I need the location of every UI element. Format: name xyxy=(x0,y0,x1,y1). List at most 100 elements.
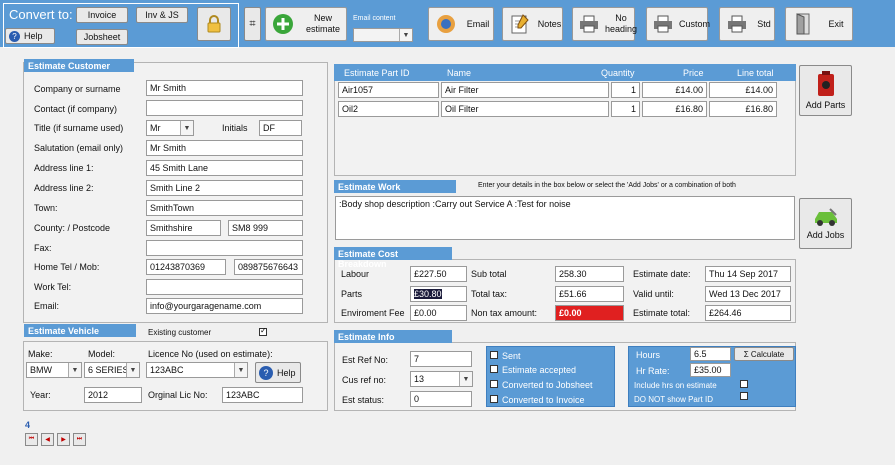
fax-label: Fax: xyxy=(34,243,52,253)
std-button[interactable]: Std xyxy=(719,7,775,41)
licence-select[interactable]: 123ABC ▼ xyxy=(146,362,248,378)
address1-field[interactable]: 45 Smith Lane xyxy=(146,160,303,176)
valid-until-field[interactable]: Wed 13 Dec 2017 xyxy=(705,286,791,302)
total-tax-field[interactable]: £51.66 xyxy=(555,286,624,302)
fax-field[interactable] xyxy=(146,240,303,256)
env-fee-field[interactable]: £0.00 xyxy=(410,305,467,321)
convert-jobsheet-button[interactable]: Jobsheet xyxy=(76,29,128,45)
email-content-select[interactable]: ▼ xyxy=(353,28,413,42)
calculate-button[interactable]: Σ Calculate xyxy=(734,347,794,361)
help-button[interactable]: ? Help xyxy=(5,28,55,44)
part-total-cell[interactable]: £16.80 xyxy=(709,101,777,117)
orig-lic-field[interactable]: 123ABC xyxy=(222,387,303,403)
chevron-down-icon: ▼ xyxy=(399,29,412,41)
cus-ref-select[interactable]: 13 ▼ xyxy=(410,371,473,387)
part-qty-cell[interactable]: 1 xyxy=(611,101,640,117)
title-select[interactable]: Mr ▼ xyxy=(146,120,194,136)
model-select[interactable]: 6 SERIES ▼ xyxy=(84,362,140,378)
part-total-cell[interactable]: £14.00 xyxy=(709,82,777,98)
printer-icon xyxy=(579,13,599,35)
sent-checkbox[interactable] xyxy=(490,351,498,359)
work-tel-field[interactable] xyxy=(146,279,303,295)
next-record-button[interactable]: ▶ xyxy=(57,433,70,446)
part-id-cell[interactable]: Oil2 xyxy=(338,101,439,117)
company-field[interactable]: Mr Smith xyxy=(146,80,303,96)
converted-jobsheet-checkbox[interactable] xyxy=(490,380,498,388)
salutation-field[interactable]: Mr Smith xyxy=(146,140,303,156)
exit-label: Exit xyxy=(828,18,844,29)
add-parts-button[interactable]: Add Parts xyxy=(799,65,852,116)
part-qty-cell[interactable]: 1 xyxy=(611,82,640,98)
converted-invoice-label: Converted to Invoice xyxy=(502,395,585,405)
vehicle-help-button[interactable]: ? Help xyxy=(255,362,301,383)
no-heading-button[interactable]: No heading xyxy=(572,7,637,41)
lock-button[interactable] xyxy=(197,7,231,41)
new-estimate-button[interactable]: New estimate xyxy=(265,7,347,41)
town-label: Town: xyxy=(34,203,58,213)
converted-jobsheet-label: Converted to Jobsheet xyxy=(502,380,593,390)
part-name-cell[interactable]: Oil Filter xyxy=(441,101,609,117)
last-record-button[interactable]: ⏭ xyxy=(73,433,86,446)
county-postcode-label: County: / Postcode xyxy=(34,223,111,233)
work-tel-label: Work Tel: xyxy=(34,282,72,292)
home-tel-field[interactable]: 01243870369 xyxy=(146,259,226,275)
no-part-id-label: DO NOT show Part ID xyxy=(634,395,713,404)
county-field[interactable]: Smithshire xyxy=(146,220,221,236)
custom-button[interactable]: Custom xyxy=(646,7,710,41)
part-name-cell[interactable]: Air Filter xyxy=(441,82,609,98)
town-field[interactable]: SmithTown xyxy=(146,200,303,216)
first-record-button[interactable]: ⏮ xyxy=(25,433,38,446)
estimate-total-field[interactable]: £264.46 xyxy=(705,305,791,321)
make-select[interactable]: BMW ▼ xyxy=(26,362,82,378)
hash-button[interactable]: ⌗ xyxy=(244,7,261,41)
accepted-checkbox[interactable] xyxy=(490,365,498,373)
convert-invoice-button[interactable]: Invoice xyxy=(76,7,128,23)
help-label: Help xyxy=(277,367,296,378)
existing-customer-checkbox[interactable] xyxy=(259,326,267,336)
address2-field[interactable]: Smith Line 2 xyxy=(146,180,303,196)
work-textarea[interactable]: :Body shop description :Carry out Servic… xyxy=(335,196,795,240)
hr-rate-field[interactable]: £35.00 xyxy=(690,363,731,377)
initials-field[interactable]: DF xyxy=(259,120,302,136)
non-tax-field[interactable]: £0.00 xyxy=(555,305,624,321)
make-label: Make: xyxy=(28,349,53,359)
postcode-field[interactable]: SM8 999 xyxy=(228,220,303,236)
labour-label: Labour xyxy=(341,269,370,279)
initials-label: Initials xyxy=(222,123,248,133)
no-part-id-checkbox[interactable] xyxy=(740,392,748,400)
notes-button[interactable]: Notes xyxy=(502,7,563,41)
cost-section-title: Estimate Cost Breakdown xyxy=(334,247,452,269)
part-id-cell[interactable]: Air1057 xyxy=(338,82,439,98)
parts-field[interactable]: £30.80 xyxy=(410,286,467,302)
convert-inv-js-button[interactable]: Inv & JS xyxy=(136,7,188,23)
part-price-cell[interactable]: £14.00 xyxy=(642,82,707,98)
mobile-field[interactable]: 089875676643 xyxy=(234,259,303,275)
add-jobs-button[interactable]: Add Jobs xyxy=(799,198,852,249)
existing-customer-label: Existing customer xyxy=(148,328,212,337)
email-button[interactable]: Email xyxy=(428,7,494,41)
part-price-cell[interactable]: £16.80 xyxy=(642,101,707,117)
est-status-label: Est status: xyxy=(342,395,385,405)
title-value: Mr xyxy=(150,123,161,133)
year-field[interactable]: 2012 xyxy=(84,387,142,403)
sent-label: Sent xyxy=(502,351,521,361)
exit-button[interactable]: Exit xyxy=(785,7,853,41)
est-status-field[interactable]: 0 xyxy=(410,391,472,407)
model-label: Model: xyxy=(88,349,116,359)
info-section-title: Estimate Info xyxy=(334,330,452,343)
record-number: 4 xyxy=(25,420,31,430)
hours-field[interactable]: 6.5 xyxy=(690,347,731,361)
include-hrs-checkbox[interactable] xyxy=(740,380,748,388)
labour-field[interactable]: £227.50 xyxy=(410,266,467,282)
estimate-date-label: Estimate date: xyxy=(633,269,691,279)
est-ref-field[interactable]: 7 xyxy=(410,351,472,367)
cus-ref-value: 13 xyxy=(414,374,425,384)
converted-invoice-checkbox[interactable] xyxy=(490,395,498,403)
estimate-date-field[interactable]: Thu 14 Sep 2017 xyxy=(705,266,791,282)
subtotal-field[interactable]: 258.30 xyxy=(555,266,624,282)
contact-field[interactable] xyxy=(146,100,303,116)
email-field[interactable]: info@yourgaragename.com xyxy=(146,298,303,314)
contact-label: Contact (if company) xyxy=(34,104,118,114)
email-label: Email xyxy=(466,18,490,29)
prev-record-button[interactable]: ◀ xyxy=(41,433,54,446)
